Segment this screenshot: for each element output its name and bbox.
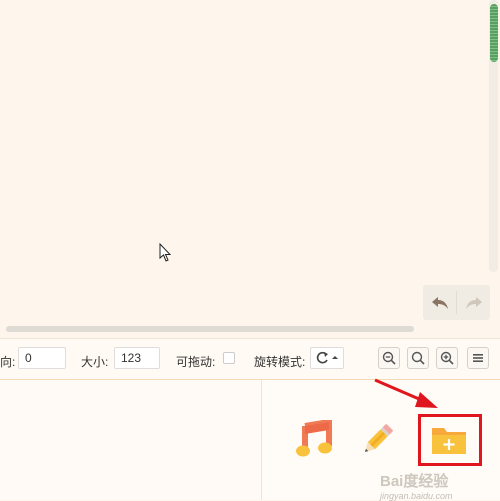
rotate-icon: [316, 351, 338, 364]
redo-button[interactable]: [457, 285, 490, 320]
draggable-checkbox[interactable]: [223, 352, 235, 364]
undo-icon: [431, 296, 448, 309]
direction-input[interactable]: 0: [18, 347, 66, 369]
left-panel: [0, 380, 262, 500]
menu-icon: [473, 354, 483, 362]
undo-redo-group: [423, 285, 490, 320]
zoom-in-icon: [440, 351, 454, 365]
horizontal-scrollbar[interactable]: [6, 326, 414, 332]
draggable-label: 可拖动:: [176, 355, 216, 369]
red-arrow-icon: [374, 378, 438, 408]
watermark: Bai度经验 jingyan.baidu.com: [380, 470, 453, 501]
redo-icon: [465, 296, 482, 309]
zoom-reset-icon: [411, 351, 425, 365]
zoom-in-button[interactable]: [436, 347, 458, 369]
rotate-mode-label: 旋转模式:: [254, 355, 306, 369]
menu-button[interactable]: [467, 347, 489, 369]
property-toolbar: 向: 0 大小: 123 可拖动: 旋转模式:: [0, 338, 500, 380]
undo-button[interactable]: [423, 285, 456, 320]
direction-label: 向:: [0, 355, 16, 369]
pencil-icon[interactable]: [357, 420, 397, 460]
watermark-brand: Bai度经验: [380, 473, 449, 490]
zoom-out-icon: [382, 351, 396, 365]
size-input[interactable]: 123: [114, 347, 160, 369]
vertical-scrollbar-thumb[interactable]: [490, 4, 498, 62]
folder-add-highlight-box: [418, 414, 482, 466]
size-label: 大小:: [81, 355, 109, 369]
music-icon[interactable]: [295, 420, 335, 458]
mouse-cursor-icon: [159, 243, 172, 262]
zoom-out-button[interactable]: [378, 347, 400, 369]
rotate-mode-select[interactable]: [310, 347, 344, 369]
zoom-reset-button[interactable]: [407, 347, 429, 369]
